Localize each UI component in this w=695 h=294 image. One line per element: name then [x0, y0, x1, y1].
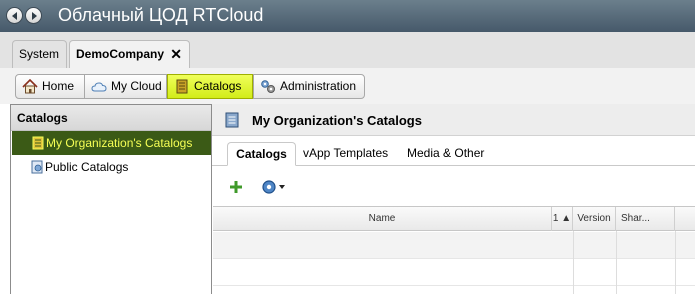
catalog-book-icon — [225, 112, 239, 128]
catalog-book-icon — [176, 79, 188, 94]
main-toolbar: Home My Cloud Catalogs Administration — [0, 68, 695, 104]
org-tab-bar: System DemoCompany ✕ — [0, 32, 695, 68]
grid-header: Name 1 ▲ Version Shar... — [213, 207, 695, 231]
tab-media-and-other[interactable]: Media & Other — [407, 142, 484, 166]
column-header-shared[interactable]: Shar... — [616, 207, 675, 231]
arrow-left-icon — [12, 12, 17, 20]
page-title: My Organization's Catalogs — [252, 113, 422, 128]
nav-item-public-catalogs[interactable]: Public Catalogs — [11, 155, 211, 179]
grid-actions-bar — [212, 167, 695, 205]
column-sort-indicator[interactable]: 1 ▲ — [552, 207, 573, 231]
column-header-name[interactable]: Name — [213, 207, 552, 231]
home-button-label: Home — [42, 79, 75, 93]
tab-vapp-templates[interactable]: vApp Templates — [303, 142, 388, 166]
tab-democompany-label: DemoCompany — [76, 47, 165, 61]
column-divider — [675, 231, 676, 294]
gear-menu-icon[interactable] — [261, 179, 287, 195]
back-button[interactable] — [6, 7, 23, 24]
administration-button[interactable]: Administration — [253, 74, 365, 99]
catalogs-button-label: Catalogs — [194, 79, 242, 93]
arrow-right-icon — [32, 12, 37, 20]
home-button[interactable]: Home — [15, 74, 85, 99]
nav-panel-header: Catalogs — [11, 105, 211, 131]
catalogs-nav-panel: Catalogs My Organization's Catalogs Publ… — [10, 104, 212, 294]
app-title: Облачный ЦОД RTCloud — [58, 5, 264, 25]
content-tab-bar: Catalogs vApp Templates Media & Other — [212, 136, 695, 166]
catalogs-grid: Name 1 ▲ Version Shar... — [213, 206, 695, 294]
nav-item-label: My Organization's Catalogs — [46, 136, 193, 150]
column-header-version[interactable]: Version — [573, 207, 616, 231]
catalog-book-icon — [32, 136, 44, 150]
add-icon[interactable] — [230, 181, 242, 193]
forward-button[interactable] — [25, 7, 42, 24]
my-cloud-button[interactable]: My Cloud — [84, 74, 167, 99]
nav-item-my-organizations-catalogs[interactable]: My Organization's Catalogs — [12, 131, 211, 155]
tab-system-label: System — [19, 47, 60, 61]
close-icon[interactable]: ✕ — [170, 41, 182, 67]
home-icon — [22, 79, 38, 94]
admin-gears-icon — [261, 80, 275, 93]
tab-system[interactable]: System — [12, 40, 67, 68]
column-divider — [573, 231, 574, 294]
nav-item-label: Public Catalogs — [45, 160, 129, 174]
cloud-icon — [91, 82, 107, 92]
content-header: My Organization's Catalogs — [212, 104, 695, 136]
column-divider — [616, 231, 617, 294]
public-catalog-icon — [31, 160, 43, 174]
title-bar: Облачный ЦОД RTCloud — [0, 0, 695, 32]
administration-button-label: Administration — [280, 79, 357, 93]
catalogs-button[interactable]: Catalogs — [167, 74, 253, 99]
content-panel: My Organization's Catalogs Catalogs vApp… — [212, 104, 695, 294]
table-row — [213, 259, 695, 286]
tab-democompany[interactable]: DemoCompany ✕ — [69, 40, 190, 68]
table-row — [213, 232, 695, 259]
tab-catalogs[interactable]: Catalogs — [227, 142, 296, 166]
my-cloud-button-label: My Cloud — [111, 79, 162, 93]
